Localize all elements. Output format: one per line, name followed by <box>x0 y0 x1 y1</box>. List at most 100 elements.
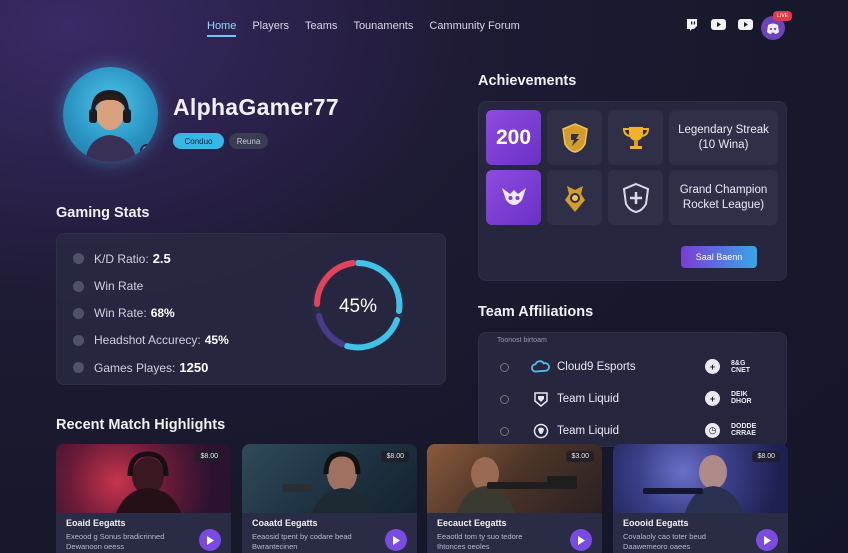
nav-home[interactable]: Home <box>207 20 237 37</box>
stat-value: 45% <box>204 333 229 347</box>
ring-segment-purple <box>316 313 345 347</box>
stat-icon <box>73 280 84 292</box>
team-badge-icon[interactable]: ◷ <box>705 423 720 438</box>
social-links <box>684 17 753 32</box>
headshot-ring-chart: 45% <box>312 259 404 351</box>
team-badge-line: CRRAE <box>731 430 756 437</box>
profile-tag-primary[interactable]: Conduo <box>173 133 224 149</box>
cloud9-logo-icon <box>531 360 551 374</box>
play-button[interactable] <box>570 529 592 551</box>
highlight-desc-line: Eeaosid tpent by codare bead <box>252 532 352 541</box>
highlight-card[interactable]: $8.00 Eoaid Eegatts Exeood g Sonus bradi… <box>56 444 231 553</box>
team-row[interactable]: Team Liquid <box>500 423 620 439</box>
achievement-legendary-streak[interactable]: Legendary Streak (10 Wina) <box>669 110 778 165</box>
ring-value: 45% <box>339 296 377 317</box>
achievement-detail: (10 Wina) <box>698 138 749 151</box>
rank-badge-icon <box>564 185 585 212</box>
youtube-icon[interactable] <box>711 17 726 32</box>
highlight-price: $8.00 <box>752 451 780 462</box>
achievement-detail: Rocket League) <box>682 198 765 211</box>
highlight-description: Covalaoly cao toter beud Daawemeoro oaees <box>623 532 743 552</box>
stat-label: Games Playes: <box>94 360 176 375</box>
twitch-icon[interactable] <box>684 17 699 32</box>
stat-icon <box>73 362 84 373</box>
team-row[interactable]: Cloud9 Esports <box>500 360 636 374</box>
achievement-tile[interactable] <box>547 110 602 165</box>
play-button[interactable] <box>199 529 221 551</box>
highlight-card[interactable]: $8.00 Eoooid Eegatts Covalaoly cao toter… <box>613 444 788 553</box>
add-photo-icon[interactable] <box>140 144 154 158</box>
stat-row: Win Rate <box>73 279 147 293</box>
trophy-icon <box>622 126 649 149</box>
play-icon <box>207 535 214 545</box>
team-radio[interactable] <box>500 362 509 372</box>
play-icon <box>764 535 771 545</box>
team-badge-label: 8&G CNET <box>731 360 750 374</box>
notification-badge: LIVE <box>773 11 792 21</box>
highlight-title: Eoooid Eegatts <box>623 518 689 528</box>
nav-players[interactable]: Players <box>252 20 289 37</box>
stat-label: Win Rate <box>94 279 144 293</box>
team-name: Team Liquid <box>557 425 620 437</box>
team-badge-line: CNET <box>731 367 751 374</box>
stat-label: K/D Ratio: <box>94 251 149 266</box>
team-liquid-logo-icon <box>531 423 551 439</box>
nav-community-forum[interactable]: Cammunity Forum <box>429 20 519 37</box>
highlight-desc-line: Exeood g Sonus bradicrinned <box>66 532 165 541</box>
highlight-price: $3.00 <box>566 451 594 462</box>
stat-row: Games Playes: 1250 <box>73 360 208 375</box>
achievement-score-tile[interactable]: 200 <box>486 110 541 165</box>
team-badge-icon[interactable]: + <box>705 359 720 374</box>
stat-label: Win Rate: <box>94 306 147 320</box>
profile-avatar <box>63 67 158 162</box>
nav-tournaments[interactable]: Tounaments <box>353 20 413 37</box>
see-all-achievements-button[interactable]: Saal Baenn <box>681 246 757 268</box>
team-name: Team Liquid <box>557 393 620 405</box>
team-affiliations-title: Team Affiliations <box>478 304 594 320</box>
stat-label: Headshot Accurecy: <box>94 333 201 347</box>
team-badge-icon[interactable]: + <box>705 391 720 406</box>
highlight-title: Coaatd Eegatts <box>252 518 318 528</box>
achievement-name: Grand Champion <box>679 183 768 196</box>
highlight-title: Eecauct Eegatts <box>437 518 507 528</box>
stat-row: K/D Ratio: 2.5 <box>73 251 171 266</box>
achievement-score: 200 <box>495 125 532 149</box>
discord-icon <box>767 23 779 34</box>
highlight-price: $8.00 <box>195 451 223 462</box>
highlight-price: $8.00 <box>381 451 409 462</box>
profile-tag-secondary[interactable]: Reuna <box>229 133 268 149</box>
gaming-stats-title: Gaming Stats <box>56 205 150 221</box>
highlight-card[interactable]: $3.00 Eecauct Eegatts Eeaotld tom ty suo… <box>427 444 602 553</box>
nav-teams[interactable]: Teams <box>305 20 337 37</box>
stat-icon <box>73 334 84 346</box>
highlight-desc-line: Eeaotld tom ty suo tedore <box>437 532 523 541</box>
play-icon <box>393 535 400 545</box>
emblem-icon <box>501 187 526 205</box>
team-radio[interactable] <box>500 426 509 436</box>
play-button[interactable] <box>756 529 778 551</box>
team-row[interactable]: Team Liquid <box>500 392 620 407</box>
team-radio[interactable] <box>500 394 509 404</box>
achievement-tile[interactable] <box>608 110 663 165</box>
team-badge-line: DODDE <box>731 423 757 430</box>
stat-row: Win Rate: 68% <box>73 306 175 320</box>
highlight-description: Exeood g Sonus bradicrinned Dewanoon oees… <box>66 532 186 552</box>
achievement-tile[interactable] <box>486 170 541 225</box>
team-name: Cloud9 Esports <box>557 361 636 373</box>
youtube-icon[interactable] <box>738 17 753 32</box>
highlight-description: Eeaosid tpent by codare bead Bwrantecinen <box>252 532 372 552</box>
highlight-desc-line: Dewanoon oeess <box>66 542 124 551</box>
team-affiliations-subtitle: Toonost birtoam <box>497 337 547 344</box>
highlight-desc-line: Daawemeoro oaees <box>623 542 691 551</box>
play-button[interactable] <box>385 529 407 551</box>
highlight-card[interactable]: $8.00 Coaatd Eegatts Eeaosid tpent by co… <box>242 444 417 553</box>
highlight-title: Eoaid Eegatts <box>66 518 126 528</box>
achievement-grand-champion[interactable]: Grand Champion Rocket League) <box>669 170 778 225</box>
achievement-tile[interactable] <box>608 170 663 225</box>
stat-icon <box>73 253 84 264</box>
stat-value: 1250 <box>179 360 209 375</box>
achievement-tile[interactable] <box>547 170 602 225</box>
stat-icon <box>73 307 84 319</box>
shield-plus-icon <box>622 182 649 213</box>
team-liquid-logo-icon <box>531 392 551 407</box>
